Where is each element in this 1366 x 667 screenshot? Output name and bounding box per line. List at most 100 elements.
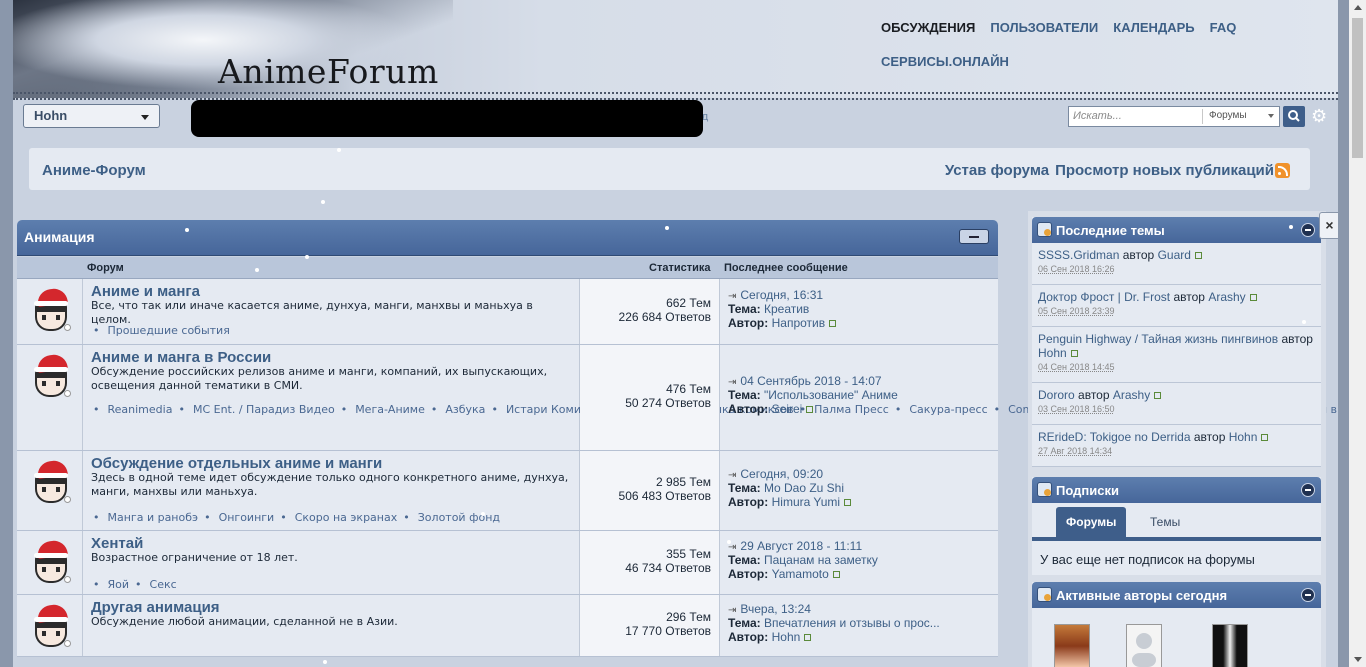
collapse-button[interactable] [1301, 483, 1315, 497]
arrow-right-icon[interactable]: ⇥ [728, 470, 736, 481]
topic-label: Тема: [728, 302, 761, 316]
tab-topics[interactable]: Темы [1140, 507, 1190, 537]
subforum-link[interactable]: Манга и ранобэ [93, 511, 198, 524]
forum-icon-cell [17, 279, 83, 344]
latest-topic-title[interactable]: Dororo [1038, 388, 1075, 402]
santa-avatar-icon[interactable] [32, 352, 71, 399]
forum-title-link[interactable]: Аниме и манга в России [91, 349, 271, 366]
collapse-button[interactable] [1301, 588, 1315, 602]
last-post-date[interactable]: 04 Сентябрь 2018 - 14:07 [740, 374, 881, 388]
subforum-link[interactable]: Прошедшие события [93, 324, 230, 337]
external-link-icon[interactable] [806, 406, 814, 414]
subforum-link[interactable]: Reanimedia [93, 403, 172, 416]
forum-title-link[interactable]: Аниме и манга [91, 283, 200, 300]
latest-topic-author[interactable]: Hohn [1229, 430, 1258, 444]
external-link-icon[interactable] [1249, 294, 1257, 302]
site-logo[interactable]: AnimeForum [218, 52, 439, 91]
forum-title-link[interactable]: Обсуждение отдельных аниме и манги [91, 455, 382, 472]
last-post-author[interactable]: Seirei [772, 402, 803, 416]
sidebar: Последние темы SSSS.Gridman автор Guard 0… [1028, 211, 1326, 667]
topic-label: Тема: [728, 481, 761, 495]
new-posts-link[interactable]: Просмотр новых публикаций [1055, 162, 1274, 179]
search-button[interactable] [1283, 106, 1305, 127]
last-post-topic[interactable]: Mo Dao Zu Shi [764, 481, 844, 495]
santa-avatar-icon[interactable] [32, 602, 71, 649]
forum-info: Аниме и манга Все, что так или иначе каса… [83, 279, 580, 344]
nav-calendar[interactable]: КАЛЕНДАРЬ [1113, 20, 1194, 35]
subforum-link[interactable]: Азбука [431, 403, 486, 416]
santa-avatar-icon[interactable] [32, 458, 71, 505]
latest-topic-author[interactable]: Guard [1158, 248, 1191, 262]
search-box[interactable]: Искать... Форумы [1068, 106, 1280, 127]
last-post-topic[interactable]: Пацанам на заметку [764, 553, 878, 567]
forum-rules-link[interactable]: Устав форума [945, 162, 1049, 179]
last-post-topic[interactable]: Креатив [764, 302, 809, 316]
nav-services[interactable]: СЕРВИСЫ.ОНЛАЙН [881, 54, 1009, 69]
category-title[interactable]: Анимация [24, 229, 95, 245]
rss-icon[interactable] [1275, 163, 1290, 178]
subforum-link[interactable]: Скоро на экранах [280, 511, 397, 524]
subforum-link[interactable]: Секс [135, 578, 177, 591]
user-menu-button[interactable]: Hohn [23, 104, 160, 128]
santa-avatar-icon[interactable] [32, 286, 71, 333]
external-link-icon[interactable] [832, 571, 840, 579]
subforum-link[interactable]: Истари Комикс [491, 403, 593, 416]
arrow-right-icon[interactable]: ⇥ [728, 377, 736, 388]
latest-topic-title[interactable]: Penguin Highway / Тайная жизнь пингвинов [1038, 332, 1278, 346]
avatar[interactable] [1212, 624, 1248, 667]
external-link-icon[interactable] [844, 499, 852, 507]
scroll-down-icon[interactable] [1354, 657, 1362, 662]
last-post: ⇥ Вчера, 13:24 Тема: Впечатления и отзывы … [720, 595, 998, 656]
latest-topic-title[interactable]: SSSS.Gridman [1038, 248, 1119, 262]
breadcrumb-home[interactable]: Аниме-Форум [42, 162, 146, 179]
scrollbar-thumb[interactable] [1352, 18, 1363, 158]
subforum-link[interactable]: Онгоинги [204, 511, 274, 524]
last-post-date[interactable]: Сегодня, 16:31 [740, 288, 823, 302]
external-link-icon[interactable] [804, 634, 812, 642]
last-post-topic[interactable]: Впечатления и отзывы о прос... [764, 616, 940, 630]
last-post-date[interactable]: Сегодня, 09:20 [740, 467, 823, 481]
sidebar-close-button[interactable]: × [1319, 212, 1338, 239]
last-post-author[interactable]: Himura Yumi [772, 495, 840, 509]
avatar[interactable] [1054, 624, 1090, 667]
nav-discussions[interactable]: ОБСУЖДЕНИЯ [881, 20, 975, 35]
nav-users[interactable]: ПОЛЬЗОВАТЕЛИ [990, 20, 1098, 35]
latest-topic-title[interactable]: RErideD: Tokigoe no Derrida [1038, 430, 1191, 444]
gear-icon[interactable]: ⚙ [1311, 106, 1327, 127]
nav-faq[interactable]: FAQ [1210, 20, 1237, 35]
santa-avatar-icon[interactable] [32, 538, 71, 585]
last-post-date[interactable]: 29 Август 2018 - 11:11 [740, 539, 862, 553]
external-link-icon[interactable] [1070, 350, 1078, 358]
subforum-link[interactable]: Мега-Аниме [341, 403, 425, 416]
last-post-date[interactable]: Вчера, 13:24 [740, 602, 811, 616]
last-post-topic[interactable]: "Использование" Аниме [764, 388, 898, 402]
last-post-author-line: Автор: Seirei [728, 402, 814, 416]
subforum-link[interactable]: MC Ent. / Парадиз Видео [178, 403, 334, 416]
subforum-link[interactable]: Золотой фонд [403, 511, 500, 524]
page-scrollbar[interactable] [1349, 0, 1366, 667]
latest-topic-author[interactable]: Hohn [1038, 346, 1067, 360]
scroll-up-icon[interactable] [1354, 5, 1362, 10]
arrow-right-icon[interactable]: ⇥ [728, 605, 736, 616]
avatar[interactable] [1126, 624, 1162, 667]
forum-icon-cell [17, 531, 83, 594]
last-post-author[interactable]: Hohn [772, 630, 801, 644]
collapse-button[interactable] [959, 229, 989, 244]
collapse-button[interactable] [1301, 223, 1315, 237]
tab-forums[interactable]: Форумы [1056, 507, 1127, 537]
last-post-author[interactable]: Yamamoto [772, 567, 829, 581]
external-link-icon[interactable] [1194, 252, 1202, 260]
external-link-icon[interactable] [1154, 392, 1162, 400]
arrow-right-icon[interactable]: ⇥ [728, 291, 736, 302]
search-scope-select[interactable]: Форумы [1202, 109, 1278, 124]
external-link-icon[interactable] [829, 320, 837, 328]
forum-title-link[interactable]: Другая анимация [91, 599, 220, 616]
latest-topic-author[interactable]: Arashy [1113, 388, 1150, 402]
latest-topic-title[interactable]: Доктор Фрост | Dr. Frost [1038, 290, 1170, 304]
external-link-icon[interactable] [1261, 434, 1269, 442]
forum-title-link[interactable]: Хентай [91, 535, 143, 552]
search-input[interactable]: Искать... [1073, 110, 1122, 122]
latest-topic-author[interactable]: Arashy [1208, 290, 1245, 304]
last-post-author[interactable]: Напротив [772, 316, 826, 330]
subforum-link[interactable]: Яой [93, 578, 129, 591]
